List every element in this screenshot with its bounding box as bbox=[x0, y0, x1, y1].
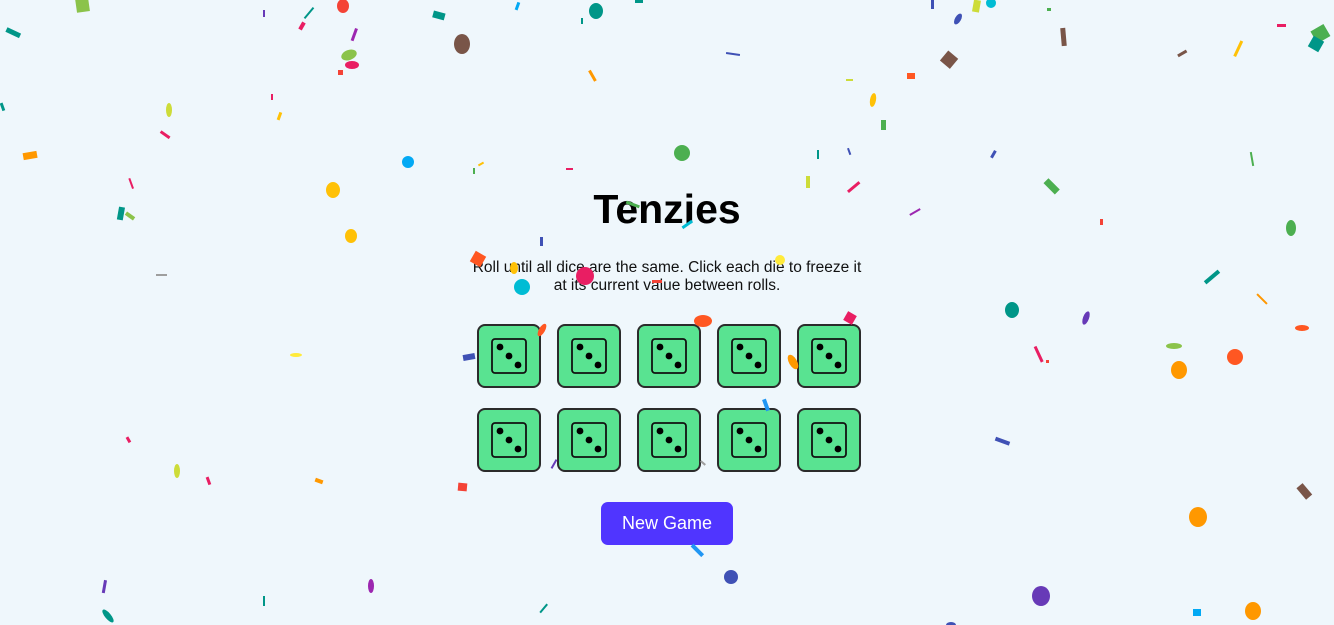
die-three-icon bbox=[811, 422, 847, 458]
die-pip bbox=[496, 427, 504, 435]
die-7[interactable] bbox=[557, 408, 621, 472]
die-pip bbox=[665, 352, 673, 360]
die-pip bbox=[585, 352, 593, 360]
die-8[interactable] bbox=[637, 408, 701, 472]
die-pip bbox=[576, 427, 584, 435]
page-title: Tenzies bbox=[593, 186, 741, 232]
die-10[interactable] bbox=[797, 408, 861, 472]
die-pip bbox=[825, 352, 833, 360]
die-pip bbox=[816, 427, 824, 435]
die-3[interactable] bbox=[637, 324, 701, 388]
die-pip bbox=[505, 352, 513, 360]
die-pip bbox=[496, 343, 504, 351]
die-pip bbox=[594, 445, 602, 453]
die-1[interactable] bbox=[477, 324, 541, 388]
die-three-icon bbox=[731, 422, 767, 458]
die-pip bbox=[585, 436, 593, 444]
die-pip bbox=[745, 352, 753, 360]
die-three-icon bbox=[651, 422, 687, 458]
die-9[interactable] bbox=[717, 408, 781, 472]
die-pip bbox=[576, 343, 584, 351]
instructions-text: Roll until all dice are the same. Click … bbox=[472, 259, 862, 294]
die-5[interactable] bbox=[797, 324, 861, 388]
die-pip bbox=[505, 436, 513, 444]
die-three-icon bbox=[571, 422, 607, 458]
die-4[interactable] bbox=[717, 324, 781, 388]
die-pip bbox=[514, 445, 522, 453]
die-pip bbox=[656, 427, 664, 435]
die-pip bbox=[754, 445, 762, 453]
die-pip bbox=[674, 445, 682, 453]
die-pip bbox=[594, 361, 602, 369]
die-three-icon bbox=[651, 338, 687, 374]
die-three-icon bbox=[491, 338, 527, 374]
die-pip bbox=[736, 427, 744, 435]
die-three-icon bbox=[571, 338, 607, 374]
die-pip bbox=[834, 445, 842, 453]
dice-grid bbox=[477, 324, 861, 472]
die-three-icon bbox=[731, 338, 767, 374]
die-pip bbox=[816, 343, 824, 351]
die-pip bbox=[825, 436, 833, 444]
die-6[interactable] bbox=[477, 408, 541, 472]
die-pip bbox=[754, 361, 762, 369]
tenzies-app: Tenzies Roll until all dice are the same… bbox=[0, 0, 1334, 625]
die-pip bbox=[665, 436, 673, 444]
die-pip bbox=[674, 361, 682, 369]
die-2[interactable] bbox=[557, 324, 621, 388]
die-three-icon bbox=[811, 338, 847, 374]
die-pip bbox=[514, 361, 522, 369]
new-game-button[interactable]: New Game bbox=[601, 502, 733, 545]
die-pip bbox=[656, 343, 664, 351]
die-pip bbox=[736, 343, 744, 351]
game-panel: Tenzies Roll until all dice are the same… bbox=[0, 0, 1334, 625]
die-pip bbox=[745, 436, 753, 444]
die-pip bbox=[834, 361, 842, 369]
die-three-icon bbox=[491, 422, 527, 458]
